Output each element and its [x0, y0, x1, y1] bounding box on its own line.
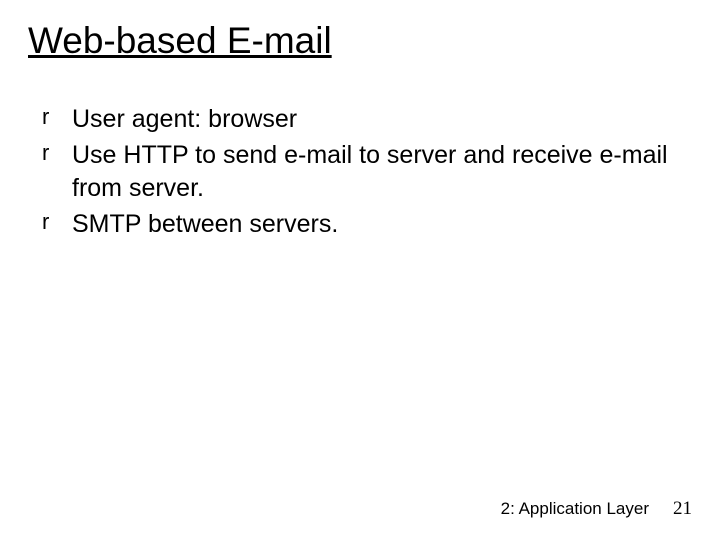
slide-footer: 2: Application Layer 21 [501, 498, 692, 520]
bullet-text: User agent: browser [72, 105, 297, 133]
bullet-marker: r [42, 208, 49, 237]
footer-page-number: 21 [673, 498, 692, 520]
bullet-marker: r [42, 103, 49, 132]
bullet-text: SMTP between servers. [72, 210, 338, 238]
slide: Web-based E-mail r User agent: browser r… [0, 0, 720, 540]
list-item: r User agent: browser [72, 103, 692, 136]
bullet-text: Use HTTP to send e-mail to server and re… [72, 141, 668, 202]
bullet-list: r User agent: browser r Use HTTP to send… [28, 103, 692, 241]
footer-chapter-label: 2: Application Layer [501, 499, 649, 519]
list-item: r Use HTTP to send e-mail to server and … [72, 139, 692, 204]
slide-title: Web-based E-mail [28, 20, 692, 63]
bullet-marker: r [42, 139, 49, 168]
list-item: r SMTP between servers. [72, 208, 692, 241]
